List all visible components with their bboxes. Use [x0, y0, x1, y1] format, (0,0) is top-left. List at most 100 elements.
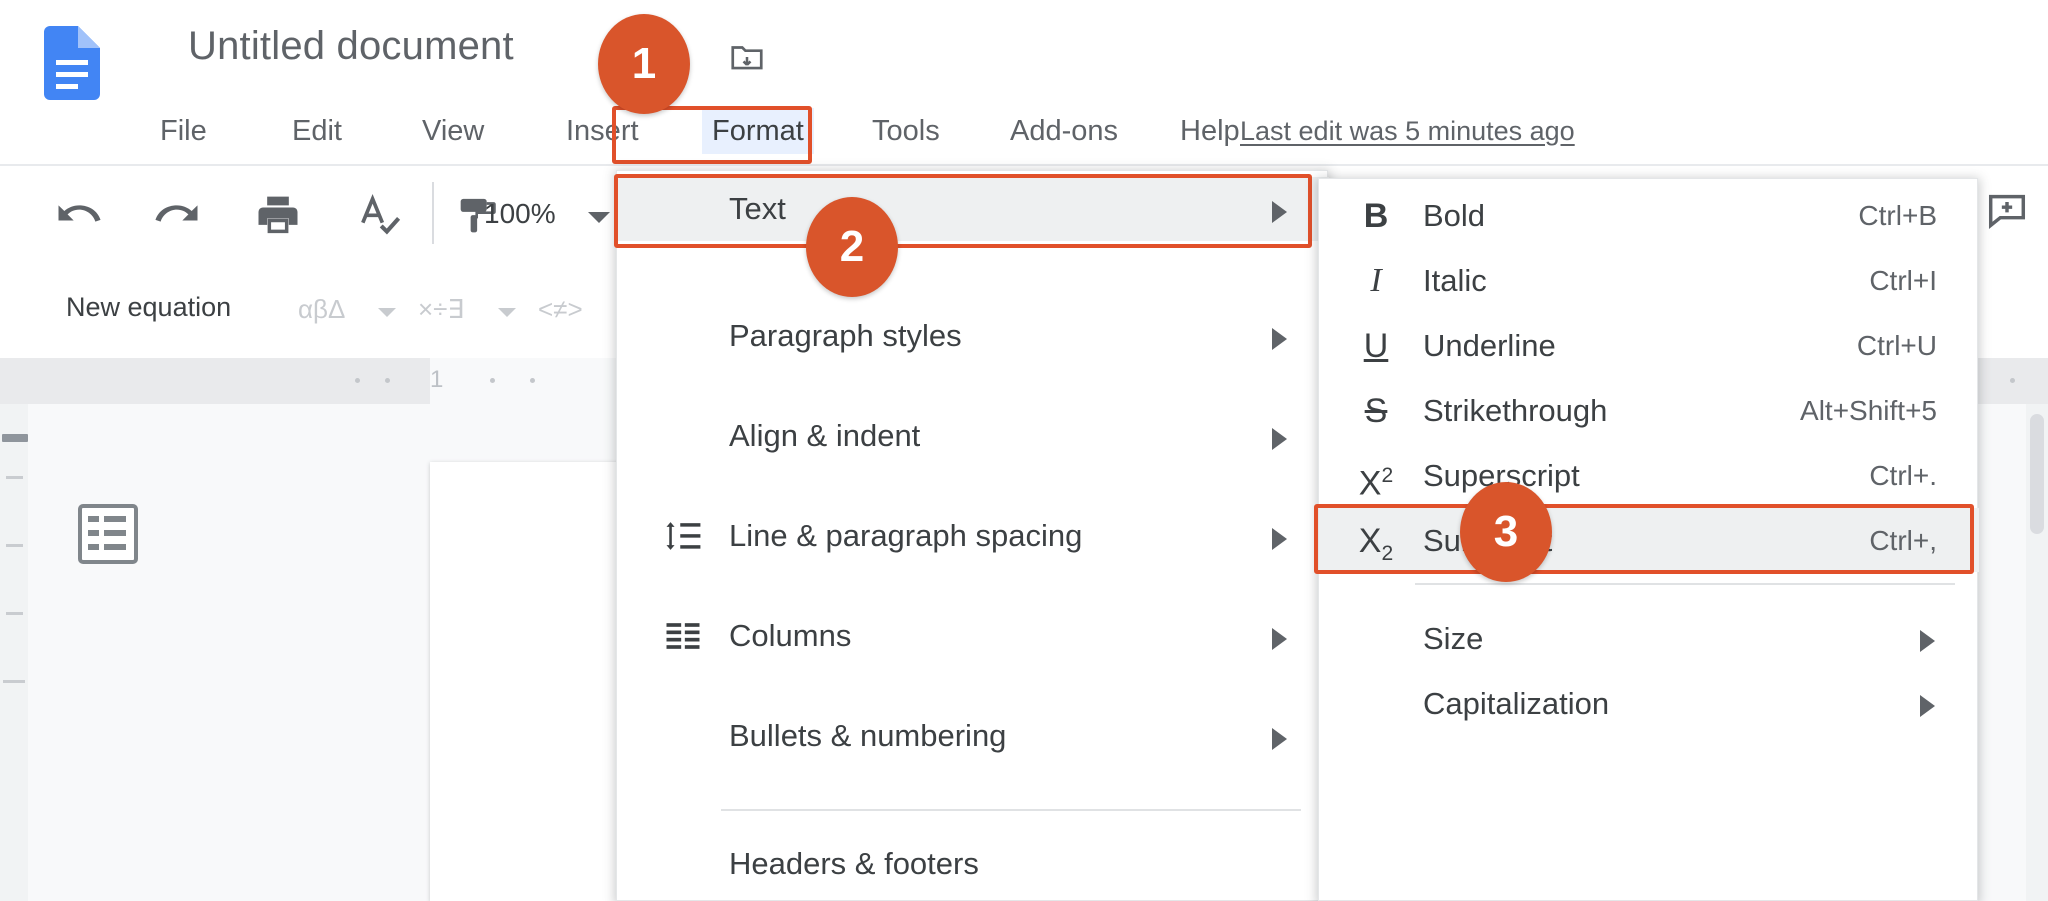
format-menu-item-columns[interactable]: Columns — [617, 604, 1329, 668]
chevron-down-icon[interactable] — [588, 212, 610, 223]
math-operations-dropdown[interactable]: ×÷∃ — [418, 294, 464, 325]
relations-dropdown[interactable]: <≠> — [538, 294, 583, 325]
format-menu-item-bullets-numbering[interactable]: Bullets & numbering — [617, 704, 1329, 768]
add-comment-icon[interactable] — [1984, 188, 2030, 239]
ruler-tick — [6, 476, 23, 479]
submenu-item-superscript[interactable]: X2 Superscript Ctrl+. — [1319, 443, 1979, 507]
chevron-right-icon — [1272, 628, 1287, 650]
chevron-right-icon — [1920, 630, 1935, 652]
format-menu-item-align-indent[interactable]: Align & indent — [617, 404, 1329, 468]
format-menu-item-paragraph-styles[interactable]: Paragraph styles — [617, 304, 1329, 368]
chevron-right-icon — [1272, 428, 1287, 450]
submenu-item-bold[interactable]: B Bold Ctrl+B — [1319, 183, 1979, 247]
move-to-folder-icon[interactable] — [728, 38, 766, 76]
menu-item-tools[interactable]: Tools — [862, 108, 950, 154]
submenu-item-label: Size — [1423, 621, 1484, 656]
step-badge-1: 1 — [598, 14, 690, 114]
ruler-tick — [6, 612, 23, 615]
ruler-tick — [355, 378, 360, 383]
ruler-tick — [530, 378, 535, 383]
chevron-right-icon — [1272, 201, 1287, 223]
chevron-down-icon[interactable] — [498, 308, 516, 317]
submenu-item-label: Italic — [1423, 263, 1487, 298]
left-vertical-ruler — [0, 404, 28, 901]
menu-item-help[interactable]: Help — [1170, 108, 1250, 154]
format-menu-item-label: Align & indent — [729, 418, 921, 453]
chevron-right-icon — [1272, 728, 1287, 750]
superscript-icon: X2 — [1358, 464, 1394, 503]
submenu-item-size[interactable]: Size — [1319, 606, 1979, 670]
menu-item-insert[interactable]: Insert — [556, 108, 649, 154]
ruler-indent-marker[interactable] — [2, 434, 28, 442]
google-docs-window: Untitled document File Edit View Insert Form… — [0, 0, 2048, 901]
redo-icon[interactable] — [152, 188, 204, 245]
underline-icon: U — [1363, 327, 1389, 365]
submenu-item-label: Capitalization — [1423, 686, 1610, 721]
chevron-right-icon — [1272, 328, 1287, 350]
spelling-check-icon[interactable] — [352, 188, 404, 245]
ruler-tick — [490, 378, 495, 383]
format-dropdown-menu: Text Paragraph styles Align & indent Lin… — [616, 170, 1329, 901]
vertical-scrollbar[interactable] — [2026, 404, 2048, 901]
step-badge-3: 3 — [1460, 482, 1552, 582]
subscript-icon: X2 — [1358, 522, 1394, 565]
columns-icon — [661, 614, 705, 658]
format-menu-item-label: Headers & footers — [729, 846, 979, 881]
menu-item-edit[interactable]: Edit — [282, 108, 352, 154]
last-edit-status[interactable]: Last edit was 5 minutes ago — [1240, 108, 1575, 154]
step-badge-number: 3 — [1493, 507, 1519, 556]
undo-icon[interactable] — [52, 188, 104, 245]
submenu-item-shortcut: Ctrl+B — [1858, 200, 1937, 231]
app-header: Untitled document File Edit View Insert Form… — [0, 0, 2048, 166]
chevron-right-icon — [1920, 695, 1935, 717]
submenu-item-label: Underline — [1423, 328, 1556, 363]
submenu-item-capitalization[interactable]: Capitalization — [1319, 671, 1979, 735]
menu-item-format[interactable]: Format — [702, 108, 814, 154]
step-badge-number: 2 — [839, 222, 865, 271]
superscript-base: X — [1358, 464, 1382, 503]
menu-divider — [721, 809, 1301, 811]
greek-letters-dropdown[interactable]: αβΔ — [298, 294, 345, 325]
submenu-item-shortcut: Ctrl+I — [1869, 265, 1937, 296]
submenu-item-subscript[interactable]: X2 Subscript Ctrl+, — [1319, 508, 1979, 572]
submenu-item-label: Strikethrough — [1423, 393, 1608, 428]
format-menu-item-label: Bullets & numbering — [729, 718, 1007, 753]
ruler-tick — [385, 378, 390, 383]
format-menu-item-text[interactable]: Text — [617, 177, 1329, 241]
submenu-item-underline[interactable]: U Underline Ctrl+U — [1319, 313, 1979, 377]
submenu-item-strikethrough[interactable]: S Strikethrough Alt+Shift+5 — [1319, 378, 1979, 442]
bold-icon: B — [1363, 197, 1389, 235]
google-docs-logo[interactable] — [44, 26, 100, 100]
menu-bar: File Edit View Insert Format Tools Add-ons Help… — [0, 108, 2048, 156]
submenu-item-shortcut: Ctrl+. — [1869, 460, 1937, 491]
step-badge-2: 2 — [806, 197, 898, 297]
step-badge-number: 1 — [631, 39, 657, 88]
ruler-tick — [3, 680, 25, 683]
strikethrough-icon: S — [1364, 392, 1388, 430]
print-icon[interactable] — [252, 188, 304, 245]
format-menu-item-headers-footers[interactable]: Headers & footers — [617, 832, 1329, 896]
new-equation-button[interactable]: New equation — [66, 292, 231, 323]
submenu-item-shortcut: Alt+Shift+5 — [1800, 395, 1937, 426]
format-menu-item-label: Paragraph styles — [729, 318, 962, 353]
toolbar-separator — [432, 182, 434, 244]
submenu-item-label: Bold — [1423, 198, 1486, 233]
format-menu-item-line-paragraph-spacing[interactable]: Line & paragraph spacing — [617, 504, 1329, 568]
subscript-base: X — [1358, 522, 1382, 560]
menu-item-view[interactable]: View — [412, 108, 494, 154]
line-spacing-icon — [661, 514, 705, 558]
text-submenu: B Bold Ctrl+B I Italic Ctrl+I U Underlin… — [1318, 178, 1979, 901]
scrollbar-thumb[interactable] — [2030, 414, 2044, 534]
format-menu-item-label: Columns — [729, 618, 852, 653]
menu-item-add-ons[interactable]: Add-ons — [1000, 108, 1128, 154]
document-outline-icon[interactable] — [78, 504, 138, 564]
submenu-item-shortcut: Ctrl+U — [1856, 330, 1937, 361]
submenu-item-italic[interactable]: I Italic Ctrl+I — [1319, 248, 1979, 312]
document-title[interactable]: Untitled document — [188, 24, 514, 69]
chevron-down-icon[interactable] — [378, 308, 396, 317]
menu-item-file[interactable]: File — [150, 108, 217, 154]
italic-icon: I — [1370, 262, 1382, 299]
chevron-right-icon — [1272, 528, 1287, 550]
zoom-level-value[interactable]: 100% — [484, 198, 556, 230]
format-menu-item-label: Text — [729, 191, 786, 226]
